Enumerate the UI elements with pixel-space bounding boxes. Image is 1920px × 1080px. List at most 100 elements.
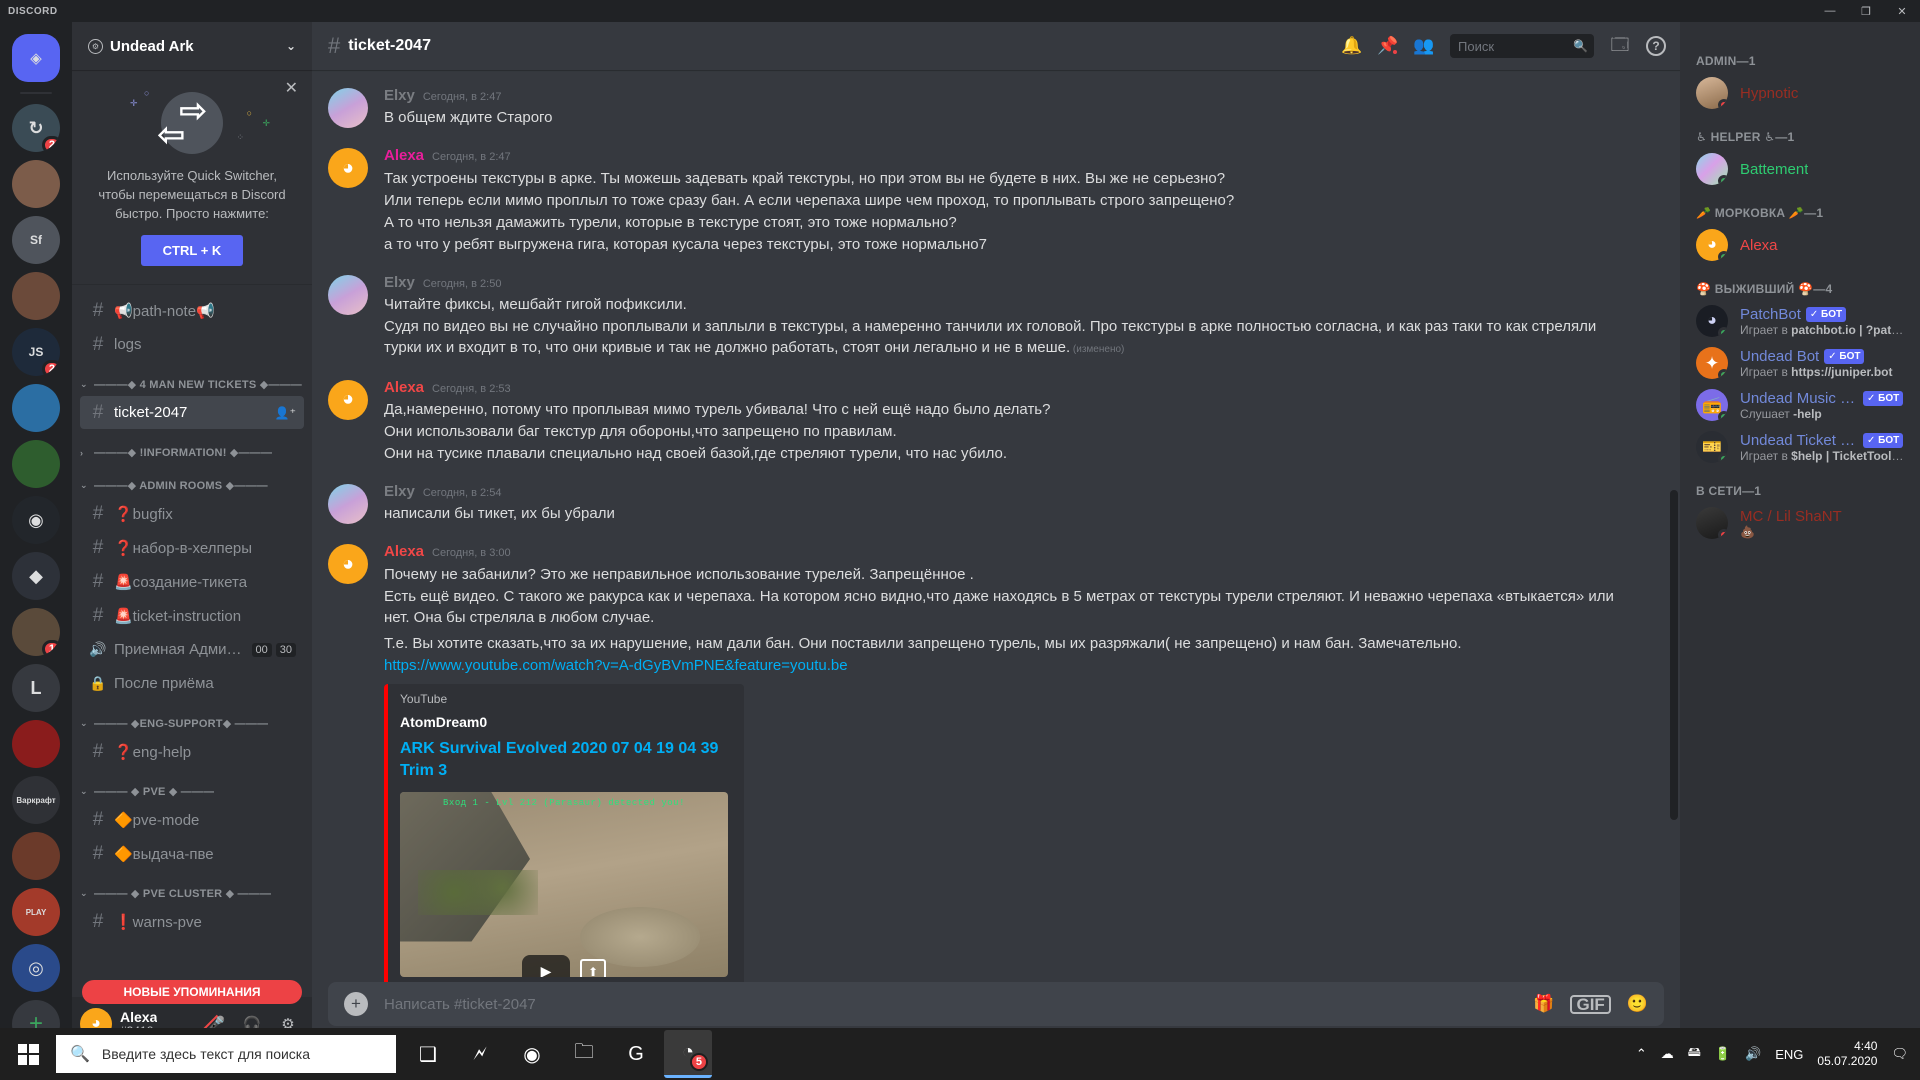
close-button[interactable]: ✕: [1884, 0, 1920, 22]
member-item[interactable]: MC / Lil ShaNT 💩: [1688, 502, 1912, 544]
attach-icon[interactable]: +: [344, 992, 368, 1016]
server-icon-s11[interactable]: L: [12, 664, 60, 712]
member-item[interactable]: ◕ Alexa: [1688, 224, 1912, 266]
task-view-icon[interactable]: ❑: [404, 1030, 452, 1078]
avatar[interactable]: [1696, 507, 1728, 539]
avatar[interactable]: ◕: [328, 379, 368, 420]
taskbar-search-input[interactable]: 🔍 Введите здесь текст для поиска: [56, 1035, 396, 1073]
usb-icon[interactable]: 🖴: [1688, 1043, 1701, 1065]
message-list[interactable]: Elxy Сегодня, в 2:47 В общем ждите Старого…: [312, 70, 1680, 982]
server-icon-s12[interactable]: [12, 720, 60, 768]
member-item[interactable]: ◕ PatchBot ✓ БОТ Играет в patchbot.io | ?pa…: [1688, 300, 1912, 342]
blue-app-icon[interactable]: 🗲: [456, 1030, 504, 1078]
server-icon-s5[interactable]: JS 2: [12, 328, 60, 376]
bell-icon[interactable]: 🔔: [1336, 30, 1368, 62]
language-indicator[interactable]: ENG: [1775, 1047, 1803, 1062]
discord-taskbar-icon[interactable]: ◔ 5: [664, 1030, 712, 1078]
maximize-button[interactable]: ❐: [1848, 0, 1884, 22]
avatar[interactable]: 📻: [1696, 389, 1728, 421]
channel-item-vydacha-pve[interactable]: # 🔶выдача-пве: [80, 837, 304, 870]
server-icon-s2[interactable]: [12, 160, 60, 208]
chrome-icon[interactable]: ◉: [508, 1030, 556, 1078]
server-icon-s3[interactable]: Sf: [12, 216, 60, 264]
channel-category-2[interactable]: ⌄ ———◆ 4 MAN NEW TICKETS ◆———: [72, 362, 312, 395]
file-explorer-icon[interactable]: 🗀: [560, 1030, 608, 1078]
logitech-icon[interactable]: G: [612, 1030, 660, 1078]
channel-item-posle-priema[interactable]: 🔒 После приёма: [80, 667, 304, 700]
server-icon-s4[interactable]: [12, 272, 60, 320]
volume-icon[interactable]: 🔊: [1745, 1046, 1761, 1062]
server-rail[interactable]: ◈ ↻ 2 Sf JS 2 ◉ ◆ 1 L Варкрафт PLAY ◎ +: [0, 22, 72, 1050]
channel-item-warns-pve[interactable]: # ❗warns-pve: [80, 905, 304, 938]
members-icon[interactable]: 👥: [1408, 30, 1440, 62]
channel-category-12[interactable]: ⌄ ——— ◆ENG-SUPPORT◆ ———: [72, 701, 312, 734]
embed-thumbnail[interactable]: Вход 1 - Lvl 212 (Parasaur) detected you…: [400, 791, 728, 977]
message-author[interactable]: Elxy: [384, 86, 415, 106]
member-item[interactable]: 🎫 Undead Ticket B… ✓ БОТ Играет в $help | T…: [1688, 426, 1912, 468]
channel-category-4[interactable]: › ———◆ !INFORMATION! ◆———: [72, 430, 312, 463]
server-icon-s8[interactable]: ◉: [12, 496, 60, 544]
server-icon-s9[interactable]: ◆: [12, 552, 60, 600]
avatar[interactable]: [328, 274, 368, 315]
avatar[interactable]: ◕: [328, 148, 368, 189]
youtube-embed[interactable]: YouTube AtomDream0 ARK Survival Evolved 20…: [384, 683, 744, 982]
message-author[interactable]: Elxy: [384, 273, 415, 293]
message-link[interactable]: https://www.youtube.com/watch?v=A-dGyBVm…: [384, 657, 848, 674]
new-mentions-banner[interactable]: НОВЫЕ УПОМИНАНИЯ: [82, 980, 302, 1004]
avatar[interactable]: ◕: [328, 544, 368, 585]
server-icon-s7[interactable]: [12, 440, 60, 488]
composer-box[interactable]: + Написать #ticket-2047 🎁 GIF 🙂: [328, 982, 1664, 1026]
server-icon-s14[interactable]: [12, 832, 60, 880]
embed-author[interactable]: AtomDream0: [400, 714, 728, 730]
taskbar-apps[interactable]: ❑ 🗲 ◉ 🗀 G ◔ 5: [404, 1030, 712, 1078]
add-member-icon[interactable]: 👤⁺: [275, 406, 296, 420]
channel-item-bugfix[interactable]: # ❓bugfix: [80, 497, 304, 530]
channel-item-ticket-instruction[interactable]: # 🚨ticket-instruction: [80, 599, 304, 632]
channel-category-5[interactable]: ⌄ ———◆ ADMIN ROOMS ◆———: [72, 463, 312, 496]
channel-item-logs[interactable]: # logs: [80, 328, 304, 361]
channel-item-priemnaya-admin[interactable]: 🔊 Приемная Адми… 00 30: [80, 633, 304, 666]
server-icon-s1[interactable]: ↻ 2: [12, 104, 60, 152]
message-author[interactable]: Alexa: [384, 378, 424, 398]
minimize-button[interactable]: —: [1812, 0, 1848, 22]
member-list[interactable]: ADMIN—1 Hypnotic ♿ HELPER ♿—1 Battement 🥕 МО…: [1680, 22, 1920, 1050]
emoji-icon[interactable]: 🙂: [1627, 994, 1648, 1014]
channel-item-eng-help[interactable]: # ❓eng-help: [80, 735, 304, 768]
message-input-placeholder[interactable]: Написать #ticket-2047: [384, 996, 1517, 1013]
inbox-icon[interactable]: 🗔: [1604, 30, 1636, 62]
avatar[interactable]: ◕: [1696, 305, 1728, 337]
avatar[interactable]: ◕: [1696, 229, 1728, 261]
help-icon[interactable]: ?: [1640, 30, 1672, 62]
avatar[interactable]: [328, 88, 368, 128]
play-icon[interactable]: ▶: [522, 954, 570, 977]
channel-item-path-note[interactable]: # 📢path-note📢: [80, 294, 304, 327]
avatar[interactable]: [328, 484, 368, 524]
quick-switcher-shortcut-button[interactable]: CTRL + K: [140, 235, 244, 266]
popout-icon[interactable]: ⬆: [580, 958, 606, 977]
channel-item-nabor-v-helpery[interactable]: # ❓набор-в-хелперы: [80, 531, 304, 564]
avatar[interactable]: 🎫: [1696, 431, 1728, 463]
message-author[interactable]: Alexa: [384, 146, 424, 166]
message-author[interactable]: Alexa: [384, 542, 424, 562]
member-item[interactable]: Hypnotic: [1688, 72, 1912, 114]
member-item[interactable]: ✦ Undead Bot ✓ БОТ Играет в https://juniper…: [1688, 342, 1912, 384]
home-button[interactable]: ◈: [12, 34, 60, 82]
clock[interactable]: 4:40 05.07.2020: [1817, 1039, 1877, 1069]
channel-item-pve-mode[interactable]: # 🔶pve-mode: [80, 803, 304, 836]
server-icon-s13[interactable]: Варкрафт: [12, 776, 60, 824]
channel-item-ticket-2047[interactable]: # ticket-2047 👤⁺: [80, 396, 304, 429]
member-item[interactable]: Battement: [1688, 148, 1912, 190]
channel-list[interactable]: # 📢path-note📢 # logs ⌄ ———◆ 4 MAN NEW TICKETS…: [72, 285, 312, 997]
gif-icon[interactable]: GIF: [1570, 994, 1611, 1014]
member-item[interactable]: 📻 Undead Music B… ✓ БОТ Слушает -help: [1688, 384, 1912, 426]
server-icon-s6[interactable]: [12, 384, 60, 432]
pin-icon[interactable]: 📌: [1372, 30, 1404, 62]
battery-icon[interactable]: 🔋: [1715, 1046, 1731, 1062]
avatar[interactable]: ✦: [1696, 347, 1728, 379]
message-author[interactable]: Elxy: [384, 482, 415, 502]
onedrive-icon[interactable]: ☁: [1661, 1046, 1674, 1062]
notification-center-icon[interactable]: 🗨: [1891, 1046, 1908, 1062]
server-header-button[interactable]: ⚙ Undead Ark ⌄: [72, 22, 312, 70]
server-icon-s10[interactable]: 1: [12, 608, 60, 656]
chevron-up-icon[interactable]: ⌃: [1636, 1046, 1647, 1062]
